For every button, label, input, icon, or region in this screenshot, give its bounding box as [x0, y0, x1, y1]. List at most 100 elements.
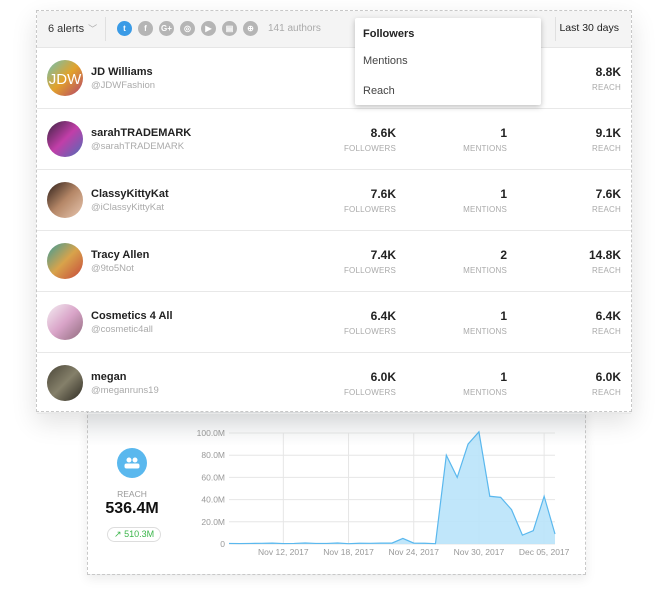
- mentions-label: MENTIONS: [463, 327, 507, 336]
- avatar: JDW: [47, 60, 83, 96]
- followers-stat: 6.0K FOLLOWERS: [344, 370, 396, 397]
- divider: [105, 17, 106, 41]
- author-name[interactable]: Tracy Allen: [91, 249, 149, 261]
- author-row[interactable]: Tracy Allen @9to5Not 7.4K FOLLOWERS 2 MENTI…: [37, 231, 631, 292]
- avatar: [47, 243, 83, 279]
- network-filters: t f G+ ◎ ▶ ▤ ⊕ 141 authors: [117, 21, 321, 36]
- authors-count: 141 authors: [268, 23, 321, 34]
- avatar: [47, 121, 83, 157]
- reach-value: 6.0K: [595, 370, 621, 384]
- mentions-label: MENTIONS: [463, 266, 507, 275]
- author-handle: @meganruns19: [91, 385, 159, 396]
- author-row[interactable]: ClassyKittyKat @iClassyKittyKat 7.6K FOLL…: [37, 170, 631, 231]
- menu-item-mentions[interactable]: Mentions: [363, 55, 408, 67]
- mentions-label: MENTIONS: [463, 388, 507, 397]
- author-name[interactable]: megan: [91, 371, 126, 383]
- mentions-stat: 1 MENTIONS: [463, 187, 507, 214]
- menu-item-reach[interactable]: Reach: [363, 85, 395, 97]
- followers-label: FOLLOWERS: [343, 144, 396, 153]
- avatar: [47, 304, 83, 340]
- avatar-logo: JDW: [49, 71, 82, 88]
- followers-stat: 8.6K FOLLOWERS: [344, 126, 396, 153]
- reach-value: 8.8K: [595, 65, 621, 79]
- reach-stat: 14.8K REACH: [589, 248, 621, 275]
- y-tick-label: 60.0M: [201, 472, 225, 482]
- author-name[interactable]: ClassyKittyKat: [91, 188, 169, 200]
- followers-stat: 6.4K FOLLOWERS: [344, 309, 396, 336]
- author-row[interactable]: sarahTRADEMARK @sarahTRADEMARK 8.6K FOLLO…: [37, 109, 631, 170]
- alerts-dropdown[interactable]: 6 alerts ﹀: [48, 22, 97, 35]
- author-handle: @9to5Not: [91, 263, 134, 274]
- followers-label: FOLLOWERS: [343, 266, 396, 275]
- mentions-label: MENTIONS: [463, 205, 507, 214]
- reach-chart: 0 20.0M 40.0M 60.0M 80.0M 100.0M Nov 12, 2017 N…: [197, 428, 570, 557]
- author-row[interactable]: Cosmetics 4 All @cosmetic4all 6.4K FOLLOW…: [37, 292, 631, 353]
- reach-area: [229, 431, 555, 544]
- followers-stat: 7.6K FOLLOWERS: [344, 187, 396, 214]
- x-tick-label: Nov 18, 2017: [323, 547, 374, 557]
- date-range-button[interactable]: Last 30 days: [559, 22, 619, 34]
- x-tick-label: Dec 05, 2017: [519, 547, 570, 557]
- instagram-icon[interactable]: ◎: [180, 21, 195, 36]
- author-handle: @cosmetic4all: [91, 324, 153, 335]
- avatar: [47, 365, 83, 401]
- google-plus-icon[interactable]: G+: [159, 21, 174, 36]
- y-tick-label: 100.0M: [197, 428, 225, 438]
- author-name[interactable]: sarahTRADEMARK: [91, 127, 191, 139]
- reach-value: 6.4K: [595, 309, 621, 323]
- x-tick-label: Nov 24, 2017: [388, 547, 439, 557]
- followers-label: FOLLOWERS: [343, 327, 396, 336]
- followers-label: FOLLOWERS: [343, 205, 396, 214]
- web-icon[interactable]: ⊕: [243, 21, 258, 36]
- avatar: [47, 182, 83, 218]
- author-handle: @iClassyKittyKat: [91, 202, 164, 213]
- menu-item-followers[interactable]: Followers: [363, 28, 414, 40]
- x-tick-label: Nov 30, 2017: [454, 547, 505, 557]
- reach-label: REACH: [591, 205, 621, 214]
- twitter-icon[interactable]: t: [117, 21, 132, 36]
- followers-value: 6.4K: [370, 309, 396, 323]
- reach-label: REACH: [591, 83, 621, 92]
- author-name[interactable]: Cosmetics 4 All: [91, 310, 173, 322]
- y-tick-label: 80.0M: [201, 450, 225, 460]
- author-name[interactable]: JD Williams: [91, 66, 153, 78]
- author-row[interactable]: megan @meganruns19 6.0K FOLLOWERS 1 MENTION…: [37, 353, 631, 414]
- reach-stat: 8.8K REACH: [592, 65, 621, 92]
- mentions-label: MENTIONS: [463, 144, 507, 153]
- authors-list: JDW JD Williams @JDWFashion 8.8K REACH sa…: [37, 48, 631, 414]
- top-authors-card: 6 alerts ﹀ t f G+ ◎ ▶ ▤ ⊕ 141 authors Last 30 da…: [36, 10, 632, 414]
- reach-value: 9.1K: [595, 126, 621, 140]
- y-tick-label: 0: [220, 539, 225, 549]
- author-handle: @JDWFashion: [91, 80, 156, 91]
- reach-summary-card: REACH 536.4M ↗ 510.3M 0 20.0M 40.0M 60.0M 80…: [87, 405, 586, 575]
- divider: [555, 17, 556, 41]
- facebook-icon[interactable]: f: [138, 21, 153, 36]
- followers-value: 7.6K: [370, 187, 396, 201]
- news-icon[interactable]: ▤: [222, 21, 237, 36]
- reach-label: REACH: [591, 327, 621, 336]
- author-handle: @sarahTRADEMARK: [91, 141, 185, 152]
- chevron-down-icon: ﹀: [88, 24, 98, 34]
- reach-label: REACH: [591, 388, 621, 397]
- followers-value: 8.6K: [370, 126, 396, 140]
- followers-value: 6.0K: [370, 370, 396, 384]
- mentions-value: 1: [500, 370, 507, 384]
- reach-stat: 6.0K REACH: [592, 370, 621, 397]
- x-tick-label: Nov 12, 2017: [258, 547, 309, 557]
- mentions-value: 2: [500, 248, 507, 262]
- reach-label: REACH: [591, 144, 621, 153]
- reach-value: 14.8K: [588, 248, 621, 262]
- followers-stat: 7.4K FOLLOWERS: [344, 248, 396, 275]
- followers-label: FOLLOWERS: [343, 388, 396, 397]
- author-row[interactable]: JDW JD Williams @JDWFashion 8.8K REACH: [37, 48, 631, 109]
- reach-stat: 7.6K REACH: [592, 187, 621, 214]
- y-tick-label: 40.0M: [201, 495, 225, 505]
- mentions-stat: 2 MENTIONS: [463, 248, 507, 275]
- alerts-label: 6 alerts: [48, 23, 85, 35]
- followers-value: 7.4K: [370, 248, 396, 262]
- mentions-value: 1: [500, 187, 507, 201]
- youtube-icon[interactable]: ▶: [201, 21, 216, 36]
- y-tick-label: 20.0M: [201, 517, 225, 527]
- toolbar: 6 alerts ﹀ t f G+ ◎ ▶ ▤ ⊕ 141 authors Last 30 da…: [37, 11, 631, 48]
- mentions-value: 1: [500, 126, 507, 140]
